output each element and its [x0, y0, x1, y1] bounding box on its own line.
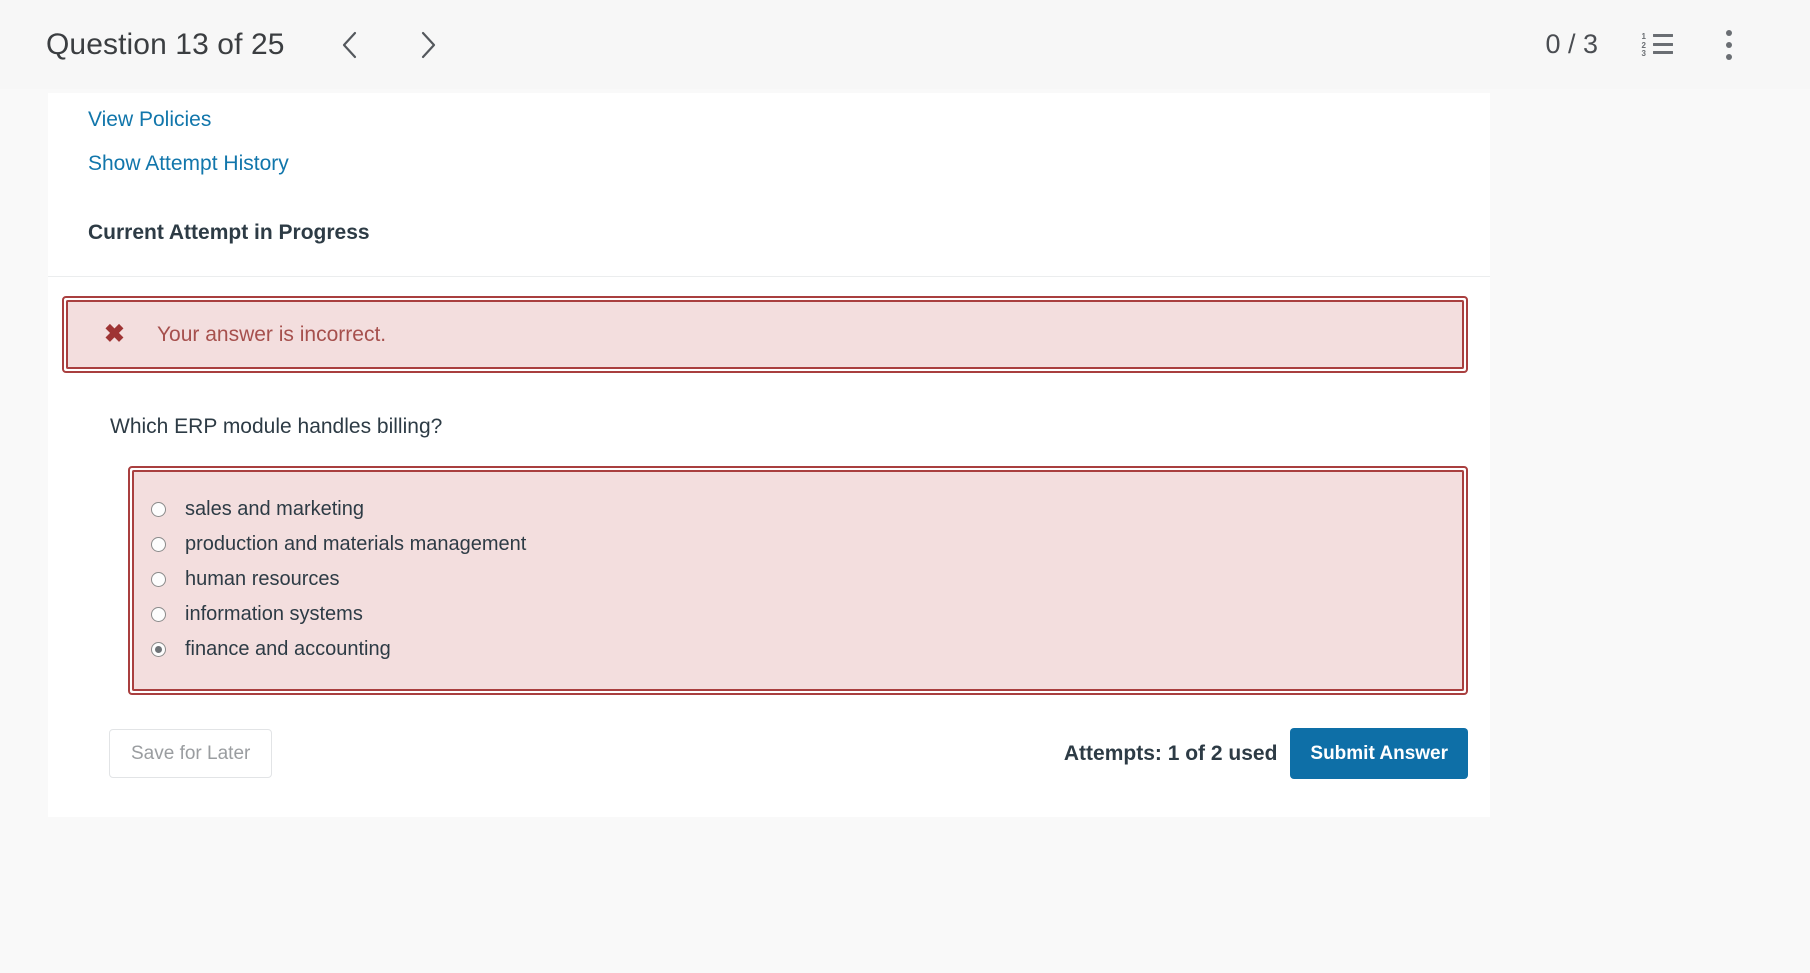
answer-options-box: sales and marketing production and mater… — [128, 466, 1468, 695]
answer-option[interactable]: production and materials management — [130, 527, 1466, 562]
radio-button[interactable] — [151, 572, 166, 587]
more-options-icon — [1726, 30, 1732, 60]
alert-container: ✖ Your answer is incorrect. — [48, 277, 1490, 373]
incorrect-x-icon: ✖ — [104, 322, 125, 347]
current-attempt-heading: Current Attempt in Progress — [88, 221, 1490, 245]
attempts-counter: Attempts: 1 of 2 used — [1064, 742, 1278, 766]
page-title: Question 13 of 25 — [46, 28, 285, 62]
answer-option-label: finance and accounting — [185, 638, 391, 661]
view-policies-link[interactable]: View Policies — [88, 109, 211, 130]
answer-option-label: information systems — [185, 603, 363, 626]
radio-button[interactable] — [151, 502, 166, 517]
footer-right-group: Attempts: 1 of 2 used Submit Answer — [1064, 728, 1468, 779]
alert-message: Your answer is incorrect. — [157, 323, 386, 347]
numbered-list-icon: 1 2 3 — [1642, 33, 1673, 56]
chevron-left-icon — [341, 31, 358, 59]
radio-button[interactable] — [151, 537, 166, 552]
question-card: View Policies Show Attempt History Curre… — [48, 93, 1490, 817]
question-text: Which ERP module handles billing? — [110, 415, 1490, 439]
incorrect-answer-alert: ✖ Your answer is incorrect. — [62, 296, 1468, 373]
score-display: 0 / 3 — [1545, 29, 1598, 60]
question-header: Question 13 of 25 0 / 3 1 2 3 — [0, 0, 1810, 89]
answer-option[interactable]: human resources — [130, 562, 1466, 597]
answer-option[interactable]: finance and accounting — [130, 632, 1466, 667]
header-right-group: 0 / 3 1 2 3 — [1545, 24, 1750, 66]
previous-question-button[interactable] — [327, 22, 373, 68]
card-links: View Policies Show Attempt History Curre… — [48, 93, 1490, 245]
show-attempt-history-link[interactable]: Show Attempt History — [88, 153, 289, 174]
question-list-button[interactable]: 1 2 3 — [1636, 24, 1678, 66]
answer-option-label: human resources — [185, 568, 340, 591]
answer-option-label: sales and marketing — [185, 498, 364, 521]
answer-options-container: sales and marketing production and mater… — [48, 439, 1490, 695]
radio-button[interactable] — [151, 607, 166, 622]
radio-button-selected[interactable] — [151, 642, 166, 657]
answer-option-label: production and materials management — [185, 533, 526, 556]
answer-option[interactable]: information systems — [130, 597, 1466, 632]
submit-answer-button[interactable]: Submit Answer — [1290, 728, 1468, 779]
question-navigation — [327, 22, 452, 68]
answer-option[interactable]: sales and marketing — [130, 492, 1466, 527]
question-footer: Save for Later Attempts: 1 of 2 used Sub… — [48, 695, 1490, 817]
save-for-later-button[interactable]: Save for Later — [109, 729, 272, 778]
chevron-right-icon — [420, 31, 437, 59]
more-options-button[interactable] — [1708, 24, 1750, 66]
next-question-button[interactable] — [406, 22, 452, 68]
